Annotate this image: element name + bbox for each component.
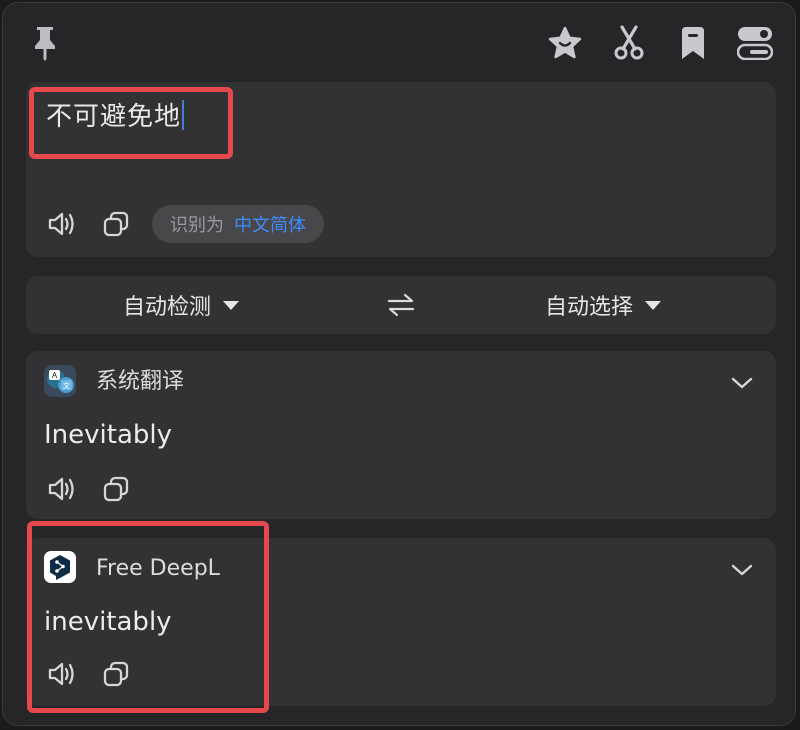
speaker-icon[interactable] bbox=[44, 471, 80, 507]
translation-result: Inevitably bbox=[44, 420, 172, 450]
copy-icon[interactable] bbox=[98, 471, 134, 507]
copy-icon[interactable] bbox=[98, 206, 134, 242]
system-translate-logo-icon: A 文 bbox=[44, 365, 76, 397]
service-card-system: A 文 系统翻译 Inevitably bbox=[26, 351, 776, 519]
translation-result: inevitably bbox=[44, 607, 172, 637]
copy-icon[interactable] bbox=[98, 656, 134, 692]
svg-text:文: 文 bbox=[63, 381, 70, 390]
dropdown-triangle-icon bbox=[223, 300, 240, 310]
bookmark-icon[interactable] bbox=[671, 21, 715, 65]
deepl-logo-icon bbox=[44, 551, 76, 583]
svg-text:A: A bbox=[52, 371, 58, 380]
dropdown-triangle-icon bbox=[645, 300, 662, 310]
pin-icon[interactable] bbox=[23, 21, 67, 65]
service-name: 系统翻译 bbox=[96, 369, 185, 394]
target-language-select[interactable]: 自动选择 bbox=[545, 276, 662, 334]
swap-languages-icon[interactable] bbox=[383, 287, 419, 323]
text-caret bbox=[182, 100, 185, 130]
source-language-label: 自动检测 bbox=[123, 295, 212, 320]
detected-prefix: 识别为 bbox=[170, 215, 224, 236]
service-name: Free DeepL bbox=[96, 556, 220, 581]
chevron-down-icon[interactable] bbox=[728, 556, 756, 584]
language-bar: 自动检测 自动选择 bbox=[26, 276, 776, 334]
source-language-select[interactable]: 自动检测 bbox=[123, 276, 240, 334]
scissors-icon[interactable] bbox=[607, 21, 651, 65]
speaker-icon[interactable] bbox=[44, 656, 80, 692]
detected-language-badge: 识别为 中文简体 bbox=[152, 205, 324, 243]
service-card-deepl: Free DeepL inevitably bbox=[26, 538, 776, 706]
translator-window: 不可避免地 识别为 中文简体 自动检测 自动选择 A 文 系统翻译 Inevit… bbox=[2, 2, 796, 726]
source-input-card[interactable]: 不可避免地 识别为 中文简体 bbox=[26, 82, 776, 257]
chevron-down-icon[interactable] bbox=[728, 369, 756, 397]
target-language-label: 自动选择 bbox=[545, 295, 634, 320]
toggle-icon[interactable] bbox=[733, 21, 777, 65]
detected-language: 中文简体 bbox=[234, 215, 306, 236]
source-text[interactable]: 不可避免地 bbox=[46, 102, 181, 132]
source-text-input[interactable]: 不可避免地 bbox=[46, 99, 185, 135]
star-icon[interactable] bbox=[543, 21, 587, 65]
speaker-icon[interactable] bbox=[44, 206, 80, 242]
